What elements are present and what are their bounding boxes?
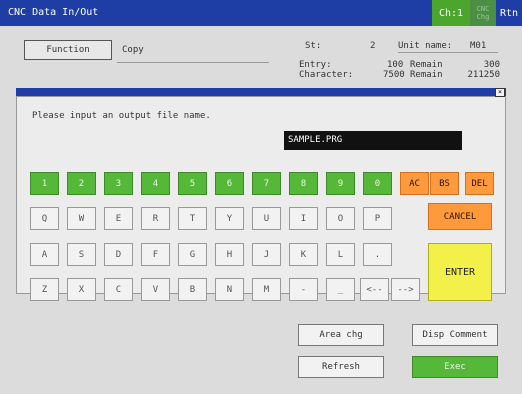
key-t[interactable]: T [178,207,207,230]
all-clear-button[interactable]: AC [400,172,429,195]
key-s[interactable]: S [67,243,96,266]
close-icon[interactable]: × [495,88,505,97]
unit-underline [398,52,498,53]
cursor-left-button[interactable]: <-- [360,278,389,301]
cnc-change-label: CNC Chg [476,5,490,21]
key-j[interactable]: J [252,243,281,266]
key-6[interactable]: 6 [215,172,244,195]
key-2[interactable]: 2 [67,172,96,195]
window-title: CNC Data In/Out [8,7,99,18]
cnc-change-button[interactable]: CNC Chg [470,0,496,26]
key-c[interactable]: C [104,278,133,301]
backspace-button[interactable]: BS [430,172,459,195]
key-r[interactable]: R [141,207,170,230]
key-k[interactable]: K [289,243,318,266]
entry-label: Entry: [299,60,332,70]
key-v[interactable]: V [141,278,170,301]
key-b[interactable]: B [178,278,207,301]
delete-button[interactable]: DEL [465,172,494,195]
return-button[interactable]: Rtn [496,0,522,26]
key-q[interactable]: Q [30,207,59,230]
key-h[interactable]: H [215,243,244,266]
key-n[interactable]: N [215,278,244,301]
key-f[interactable]: F [141,243,170,266]
key-g[interactable]: G [178,243,207,266]
character-remain-value: 211250 [467,70,500,80]
filename-input[interactable]: SAMPLE.PRG [284,131,462,150]
key-1[interactable]: 1 [30,172,59,195]
entry-remain-label: Remain [410,60,443,70]
key-3[interactable]: 3 [104,172,133,195]
key-p[interactable]: P [363,207,392,230]
key-y[interactable]: Y [215,207,244,230]
character-count: 7500 [383,70,405,80]
key-o[interactable]: O [326,207,355,230]
dialog-prompt: Please input an output file name. [32,111,211,121]
exec-button[interactable]: Exec [412,356,498,378]
st-label: St: [305,41,322,51]
key-period[interactable]: . [363,243,392,266]
key-w[interactable]: W [67,207,96,230]
key-underscore[interactable]: _ [326,278,355,301]
st-value: 2 [370,41,376,51]
cursor-right-button[interactable]: --> [391,278,420,301]
character-label: Character: [299,70,354,80]
cancel-button[interactable]: CANCEL [428,203,492,230]
character-remain-label: Remain [410,70,443,80]
key-7[interactable]: 7 [252,172,281,195]
entry-count: 100 [387,60,404,70]
unit-name-label: Unit name: [398,41,453,51]
key-8[interactable]: 8 [289,172,318,195]
refresh-button[interactable]: Refresh [298,356,384,378]
key-x[interactable]: X [67,278,96,301]
key-z[interactable]: Z [30,278,59,301]
key-0[interactable]: 0 [363,172,392,195]
function-button[interactable]: Function [24,40,112,60]
key-u[interactable]: U [252,207,281,230]
function-underline [117,62,269,63]
unit-name-value: M01 [470,41,487,51]
enter-button[interactable]: ENTER [428,243,492,301]
key-l[interactable]: L [326,243,355,266]
entry-remain-value: 300 [483,60,500,70]
key-i[interactable]: I [289,207,318,230]
key-e[interactable]: E [104,207,133,230]
key-4[interactable]: 4 [141,172,170,195]
dialog-title-bar [16,88,506,96]
key-hyphen[interactable]: - [289,278,318,301]
key-9[interactable]: 9 [326,172,355,195]
function-value: Copy [122,45,144,55]
key-m[interactable]: M [252,278,281,301]
key-5[interactable]: 5 [178,172,207,195]
area-change-button[interactable]: Area chg [298,324,384,346]
disp-comment-button[interactable]: Disp Comment [412,324,498,346]
key-d[interactable]: D [104,243,133,266]
channel-button[interactable]: Ch:1 [432,0,470,26]
key-a[interactable]: A [30,243,59,266]
